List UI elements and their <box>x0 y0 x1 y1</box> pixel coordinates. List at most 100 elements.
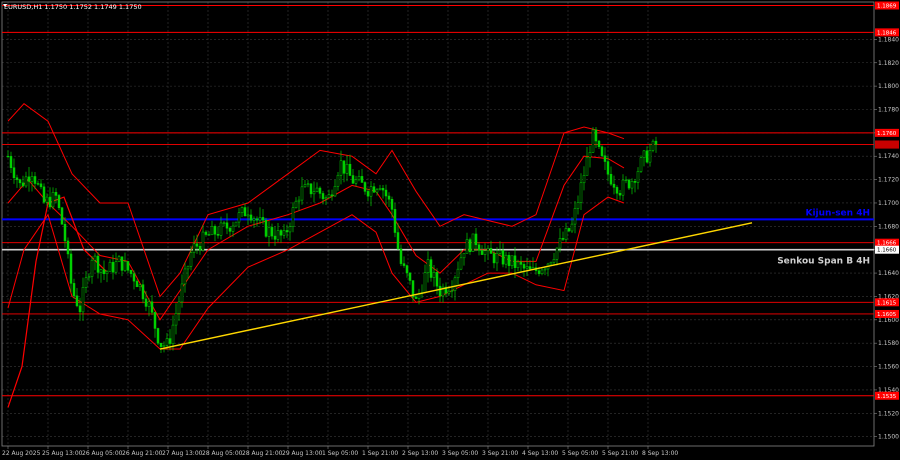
candle-body <box>30 176 34 182</box>
candle-body <box>135 280 139 288</box>
level-badge-label: 1.1535 <box>877 394 897 400</box>
candle-body <box>405 265 409 274</box>
candle-body <box>63 223 67 242</box>
candle-body <box>483 250 487 255</box>
candle-body <box>309 183 313 195</box>
candle-body <box>114 261 118 273</box>
candle-body <box>606 161 610 175</box>
candle-body <box>381 188 385 191</box>
y-tick-label: 1.1680 <box>878 223 899 230</box>
candle-body <box>117 256 121 262</box>
candle-body <box>393 209 397 233</box>
senkou-price-tag: 1.1660 <box>877 248 897 254</box>
candle-body <box>438 285 442 297</box>
candle-body <box>276 230 280 240</box>
candle-body <box>576 202 580 209</box>
candle-body <box>651 140 655 151</box>
candle-body <box>624 179 628 182</box>
candle-body <box>648 150 652 163</box>
candle-body <box>75 295 79 307</box>
candle-body <box>51 192 55 208</box>
x-tick-label: 26 Aug 21:00 <box>122 450 163 457</box>
candle-body <box>267 227 271 237</box>
candle-body <box>195 243 199 247</box>
candle-body <box>333 186 337 197</box>
candle-body <box>6 155 10 158</box>
x-tick-label: 28 Aug 21:00 <box>242 450 283 457</box>
chart-background <box>0 0 900 460</box>
candle-body <box>243 207 247 217</box>
candle-body <box>219 222 223 236</box>
candle-body <box>279 230 283 236</box>
candle-body <box>126 261 130 271</box>
x-tick-label: 29 Aug 13:00 <box>282 450 323 457</box>
candle-body <box>396 232 400 250</box>
candle-body <box>522 264 526 269</box>
candle-body <box>342 160 346 174</box>
candle-body <box>573 208 577 225</box>
candle-body <box>654 140 658 145</box>
candle-body <box>36 183 40 185</box>
candle-body <box>141 284 145 300</box>
current-price-badge <box>875 140 899 149</box>
candle-body <box>282 230 286 236</box>
candle-body <box>48 196 52 208</box>
y-tick-label: 1.1520 <box>878 410 899 417</box>
candle-body <box>111 261 115 273</box>
x-tick-label: 26 Aug 05:00 <box>82 450 123 457</box>
candle-body <box>192 243 196 253</box>
candle-body <box>57 195 61 209</box>
candle-body <box>594 129 598 142</box>
price-chart[interactable]: 1.1840 1.1820 1.1800 1.1780 1.1760 1.1740 1.17… <box>0 0 900 460</box>
candle-body <box>120 256 124 271</box>
candle-body <box>261 217 265 221</box>
candle-body <box>204 231 208 235</box>
candle-body <box>81 287 85 313</box>
candle-body <box>207 234 211 236</box>
candle-body <box>27 176 31 182</box>
candle-body <box>66 240 70 255</box>
candle-body <box>171 324 175 344</box>
candle-body <box>252 218 256 221</box>
candle-body <box>627 179 631 189</box>
candle-body <box>609 173 613 185</box>
candle-body <box>132 273 136 282</box>
candle-body <box>186 266 190 270</box>
candle-body <box>432 272 436 278</box>
candle-body <box>105 271 109 275</box>
candle-body <box>558 238 562 249</box>
candle-body <box>87 276 91 279</box>
candle-body <box>297 199 301 202</box>
candle-body <box>366 191 370 197</box>
candle-body <box>249 214 253 221</box>
candle-body <box>495 253 499 264</box>
x-tick-label: 3 Sep 05:00 <box>442 450 478 457</box>
candle-body <box>210 226 214 236</box>
candle-body <box>99 269 103 273</box>
candle-body <box>18 179 22 184</box>
candle-body <box>582 175 586 184</box>
candle-body <box>525 266 529 269</box>
candle-body <box>69 253 73 284</box>
candle-body <box>174 313 178 326</box>
candle-body <box>168 338 172 344</box>
candle-body <box>291 207 295 227</box>
candle-body <box>300 186 304 201</box>
candle-body <box>60 207 64 225</box>
x-tick-label: 2 Sep 13:00 <box>402 450 438 457</box>
candle-body <box>228 227 232 232</box>
candle-body <box>456 268 460 279</box>
candle-body <box>72 283 76 297</box>
candle-body <box>588 152 592 158</box>
y-tick-label: 1.1820 <box>878 60 899 67</box>
candle-body <box>303 184 307 188</box>
x-tick-label: 22 Aug 2025 <box>2 450 41 457</box>
y-tick-label: 1.1740 <box>878 153 899 160</box>
candle-body <box>615 187 619 194</box>
candle-body <box>84 277 88 288</box>
candle-body <box>330 194 334 197</box>
candle-body <box>426 259 430 273</box>
level-badge-label: 1.1615 <box>877 300 897 306</box>
candle-body <box>306 183 310 185</box>
candle-body <box>315 187 319 192</box>
